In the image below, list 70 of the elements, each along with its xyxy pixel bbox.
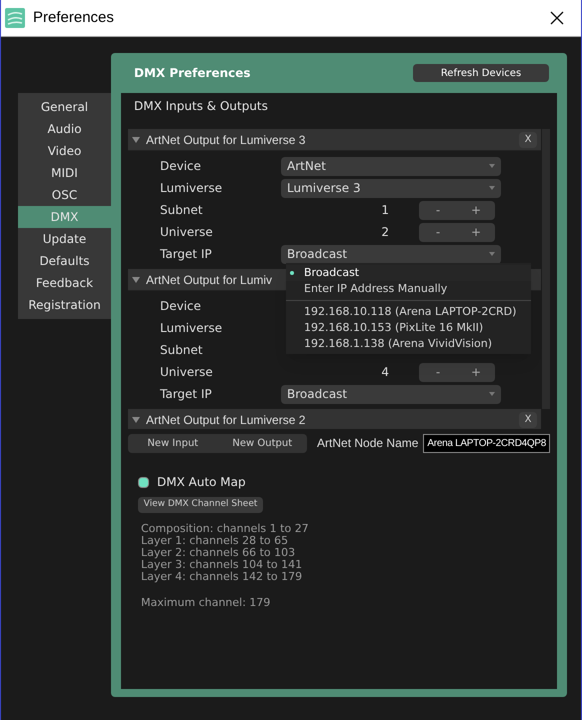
sidebar-item[interactable]: Audio (18, 118, 111, 140)
caret-icon (489, 252, 495, 256)
triangle-down-icon[interactable] (132, 276, 140, 282)
select-field[interactable]: Broadcast (281, 244, 501, 264)
sidebar-item[interactable]: General (18, 96, 111, 118)
sidebar-item[interactable]: MIDI (18, 162, 111, 184)
triangle-down-icon[interactable] (132, 136, 140, 142)
output-title: ArtNet Output for Lumiverse 3 (146, 132, 306, 148)
sidebar-item[interactable]: Defaults (18, 250, 111, 272)
caret-icon (489, 392, 495, 396)
increment-button[interactable]: + (457, 222, 495, 242)
select-field[interactable]: Broadcast (281, 384, 501, 404)
triangle-down-icon[interactable] (132, 416, 140, 422)
number-value: 2 (380, 224, 390, 241)
panel-title: DMX Preferences (134, 65, 251, 82)
new-output-button[interactable]: New Output (218, 434, 308, 452)
menu-item[interactable]: Broadcast (286, 265, 531, 281)
decrement-button[interactable]: - (419, 200, 457, 220)
sidebar-item[interactable]: Registration (18, 294, 111, 316)
number-value: 4 (380, 364, 390, 381)
node-name-label: ArtNet Node Name (317, 435, 418, 452)
select-field[interactable]: Lumiverse 3 (281, 178, 501, 198)
channel-range-text: Layer 3: channels 104 to 141 (141, 559, 304, 571)
field-label: Subnet (159, 342, 204, 359)
field-label: Lumiverse (159, 180, 224, 197)
caret-icon (489, 186, 495, 190)
app-logo-icon (5, 8, 25, 28)
section-title: DMX Inputs & Outputs (133, 98, 269, 115)
select-field[interactable]: ArtNet (281, 156, 501, 176)
field-label: Subnet (159, 202, 204, 219)
field-label: Target IP (159, 246, 213, 263)
output-title: ArtNet Output for Lumiv (146, 272, 272, 288)
decrement-button[interactable]: - (419, 222, 457, 242)
checkbox-label: DMX Auto Map (157, 474, 246, 491)
node-name-field[interactable]: Arena LAPTOP-2CRD4QP8 (423, 434, 550, 452)
caret-icon (489, 164, 495, 168)
output-title: ArtNet Output for Lumiverse 2 (146, 412, 306, 428)
maximum-channel-text: Maximum channel: 179 (141, 595, 272, 611)
channel-range-text: Layer 1: channels 28 to 65 (141, 535, 290, 547)
field-label: Device (159, 158, 202, 175)
output-header[interactable]: ArtNet Output for Lumiverse 2 X (128, 409, 541, 429)
menu-item[interactable]: 192.168.10.118 (Arena LAPTOP-2CRD) (286, 304, 531, 320)
field-label: Device (159, 298, 202, 315)
field-label: Target IP (159, 386, 213, 403)
channel-range-text: Composition: channels 1 to 27 (141, 523, 310, 535)
channel-sheet-button[interactable]: View DMX Channel Sheet (138, 497, 263, 513)
output-header[interactable]: ArtNet Output for Lumiverse 3 X (128, 129, 541, 151)
close-button[interactable]: X (519, 412, 537, 428)
new-input-button[interactable]: New Input (128, 434, 218, 452)
menu-item[interactable]: 192.168.1.138 (Arena VividVision) (286, 336, 531, 352)
field-label: Lumiverse (159, 320, 224, 337)
number-value: 1 (380, 202, 390, 219)
menu-item[interactable]: 192.168.10.153 (PixLite 16 MkII) (286, 320, 531, 336)
decrement-button[interactable]: - (419, 362, 457, 382)
channel-range-text: Layer 2: channels 66 to 103 (141, 547, 296, 559)
window-title: Preferences (33, 8, 115, 28)
sidebar-item[interactable]: Feedback (18, 272, 111, 294)
increment-button[interactable]: + (457, 200, 495, 220)
refresh-button[interactable]: Refresh Devices (413, 64, 549, 82)
close-button[interactable]: X (519, 132, 537, 148)
sidebar-item[interactable]: Video (18, 140, 111, 162)
scrollbar[interactable] (542, 129, 550, 409)
sidebar-item[interactable]: OSC (18, 184, 111, 206)
field-label: Universe (159, 364, 214, 381)
sidebar-item[interactable]: Update (18, 228, 111, 250)
channel-range-text: Layer 4: channels 142 to 179 (141, 571, 304, 583)
field-label: Universe (159, 224, 214, 241)
increment-button[interactable]: + (457, 362, 495, 382)
checkbox[interactable] (138, 476, 149, 488)
menu-item[interactable]: Enter IP Address Manually (286, 281, 531, 297)
